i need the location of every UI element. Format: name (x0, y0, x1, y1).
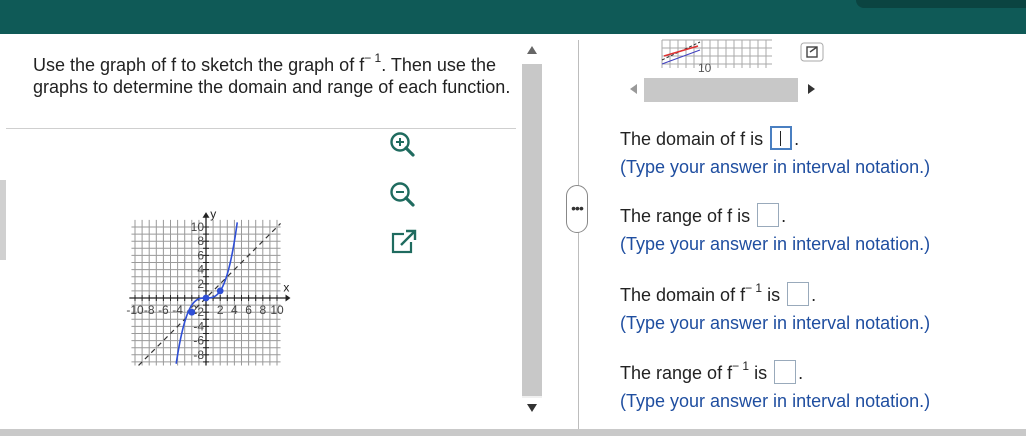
left-edge-handle (0, 180, 6, 260)
function-graph[interactable]: xy-10-8-6-4-2246810108642-2-4-6-8 (60, 128, 370, 428)
range-finv-prefix: The range of f (620, 362, 733, 383)
y-axis-label: y (210, 207, 216, 221)
scroll-up-arrow-icon[interactable] (527, 46, 537, 54)
range-f-input[interactable] (757, 203, 780, 227)
y-tick-label: 10 (191, 220, 205, 234)
f-curve (175, 222, 239, 364)
y-axis-arrow-icon (202, 212, 210, 218)
question-superscript: − 1 (364, 51, 382, 65)
range-f-question: The range of f is . (620, 203, 787, 229)
identity-line (138, 223, 281, 366)
x-axis-arrow-icon (285, 294, 291, 302)
x-tick-label: 6 (245, 303, 252, 317)
domain-finv-prefix: The domain of f (620, 284, 746, 305)
domain-finv-question: The domain of f− 1 is . (620, 280, 817, 308)
range-f-hint: (Type your answer in interval notation.) (620, 234, 931, 254)
scroll-right-arrow-icon[interactable] (808, 84, 815, 94)
range-finv-suffix: . (798, 362, 804, 383)
y-tick-label: 2 (197, 277, 204, 291)
expand-icon[interactable] (800, 42, 824, 62)
domain-finv-sup: − 1 (745, 280, 763, 295)
range-finv-mid: is (749, 362, 768, 383)
domain-finv-input[interactable] (787, 282, 810, 306)
thumbnail-graph[interactable]: 10 (660, 38, 780, 74)
graph-point (216, 287, 224, 295)
zoom-out-icon[interactable] (388, 180, 416, 208)
x-tick-label: 8 (259, 303, 266, 317)
graph-vertical-scrollbar[interactable] (520, 42, 544, 424)
domain-finv-mid: is (762, 284, 781, 305)
range-f-prefix: The range of f is (620, 205, 751, 226)
y-tick-label: -4 (193, 319, 204, 333)
range-finv-sup: − 1 (732, 358, 750, 373)
domain-f-prefix: The domain of f is (620, 128, 764, 149)
zoom-in-icon[interactable] (388, 130, 416, 158)
scroll-thumb[interactable] (522, 64, 542, 396)
domain-finv-suffix: . (811, 284, 817, 305)
graph-point (202, 294, 210, 302)
domain-f-suffix: . (794, 128, 800, 149)
x-tick-label: -10 (126, 303, 144, 317)
x-tick-label: 4 (231, 303, 238, 317)
header-tab (856, 0, 1026, 8)
domain-f-hint: (Type your answer in interval notation.) (620, 157, 931, 177)
question-text: Use the graph of f to sketch the graph o… (33, 51, 523, 98)
horizontal-scroll-thumb[interactable] (644, 78, 798, 102)
y-tick-label: 8 (197, 234, 204, 248)
panel-divider (578, 40, 579, 436)
popout-icon[interactable] (390, 228, 418, 256)
y-tick-label: -8 (193, 348, 204, 362)
x-tick-label: -8 (144, 303, 155, 317)
top-header-bar (0, 0, 1026, 34)
range-f-suffix: . (781, 205, 787, 226)
x-axis-label: x (283, 281, 289, 295)
graph-point (188, 308, 196, 316)
x-tick-label: 10 (270, 303, 284, 317)
x-tick-label: 2 (217, 303, 224, 317)
panel-resize-handle[interactable]: ••• (566, 185, 588, 233)
bottom-bar (0, 429, 1026, 436)
domain-f-question: The domain of f is . (620, 126, 800, 152)
thumbnail-label: 10 (698, 61, 712, 74)
range-finv-input[interactable] (774, 360, 797, 384)
question-part1: Use the graph of f to sketch the graph o… (33, 55, 365, 75)
x-tick-label: -4 (172, 303, 183, 317)
scroll-left-arrow-icon[interactable] (630, 84, 637, 94)
x-tick-label: -6 (158, 303, 169, 317)
thumbnail-horizontal-scrollbar[interactable] (622, 74, 822, 104)
y-tick-label: 6 (197, 248, 204, 262)
range-finv-question: The range of f− 1 is . (620, 358, 804, 386)
y-tick-label: -6 (193, 334, 204, 348)
range-finv-hint: (Type your answer in interval notation.) (620, 391, 931, 411)
domain-finv-hint: (Type your answer in interval notation.) (620, 313, 931, 333)
scroll-down-arrow-icon[interactable] (527, 404, 537, 412)
domain-f-input[interactable] (770, 126, 793, 150)
y-tick-label: 4 (197, 263, 204, 277)
